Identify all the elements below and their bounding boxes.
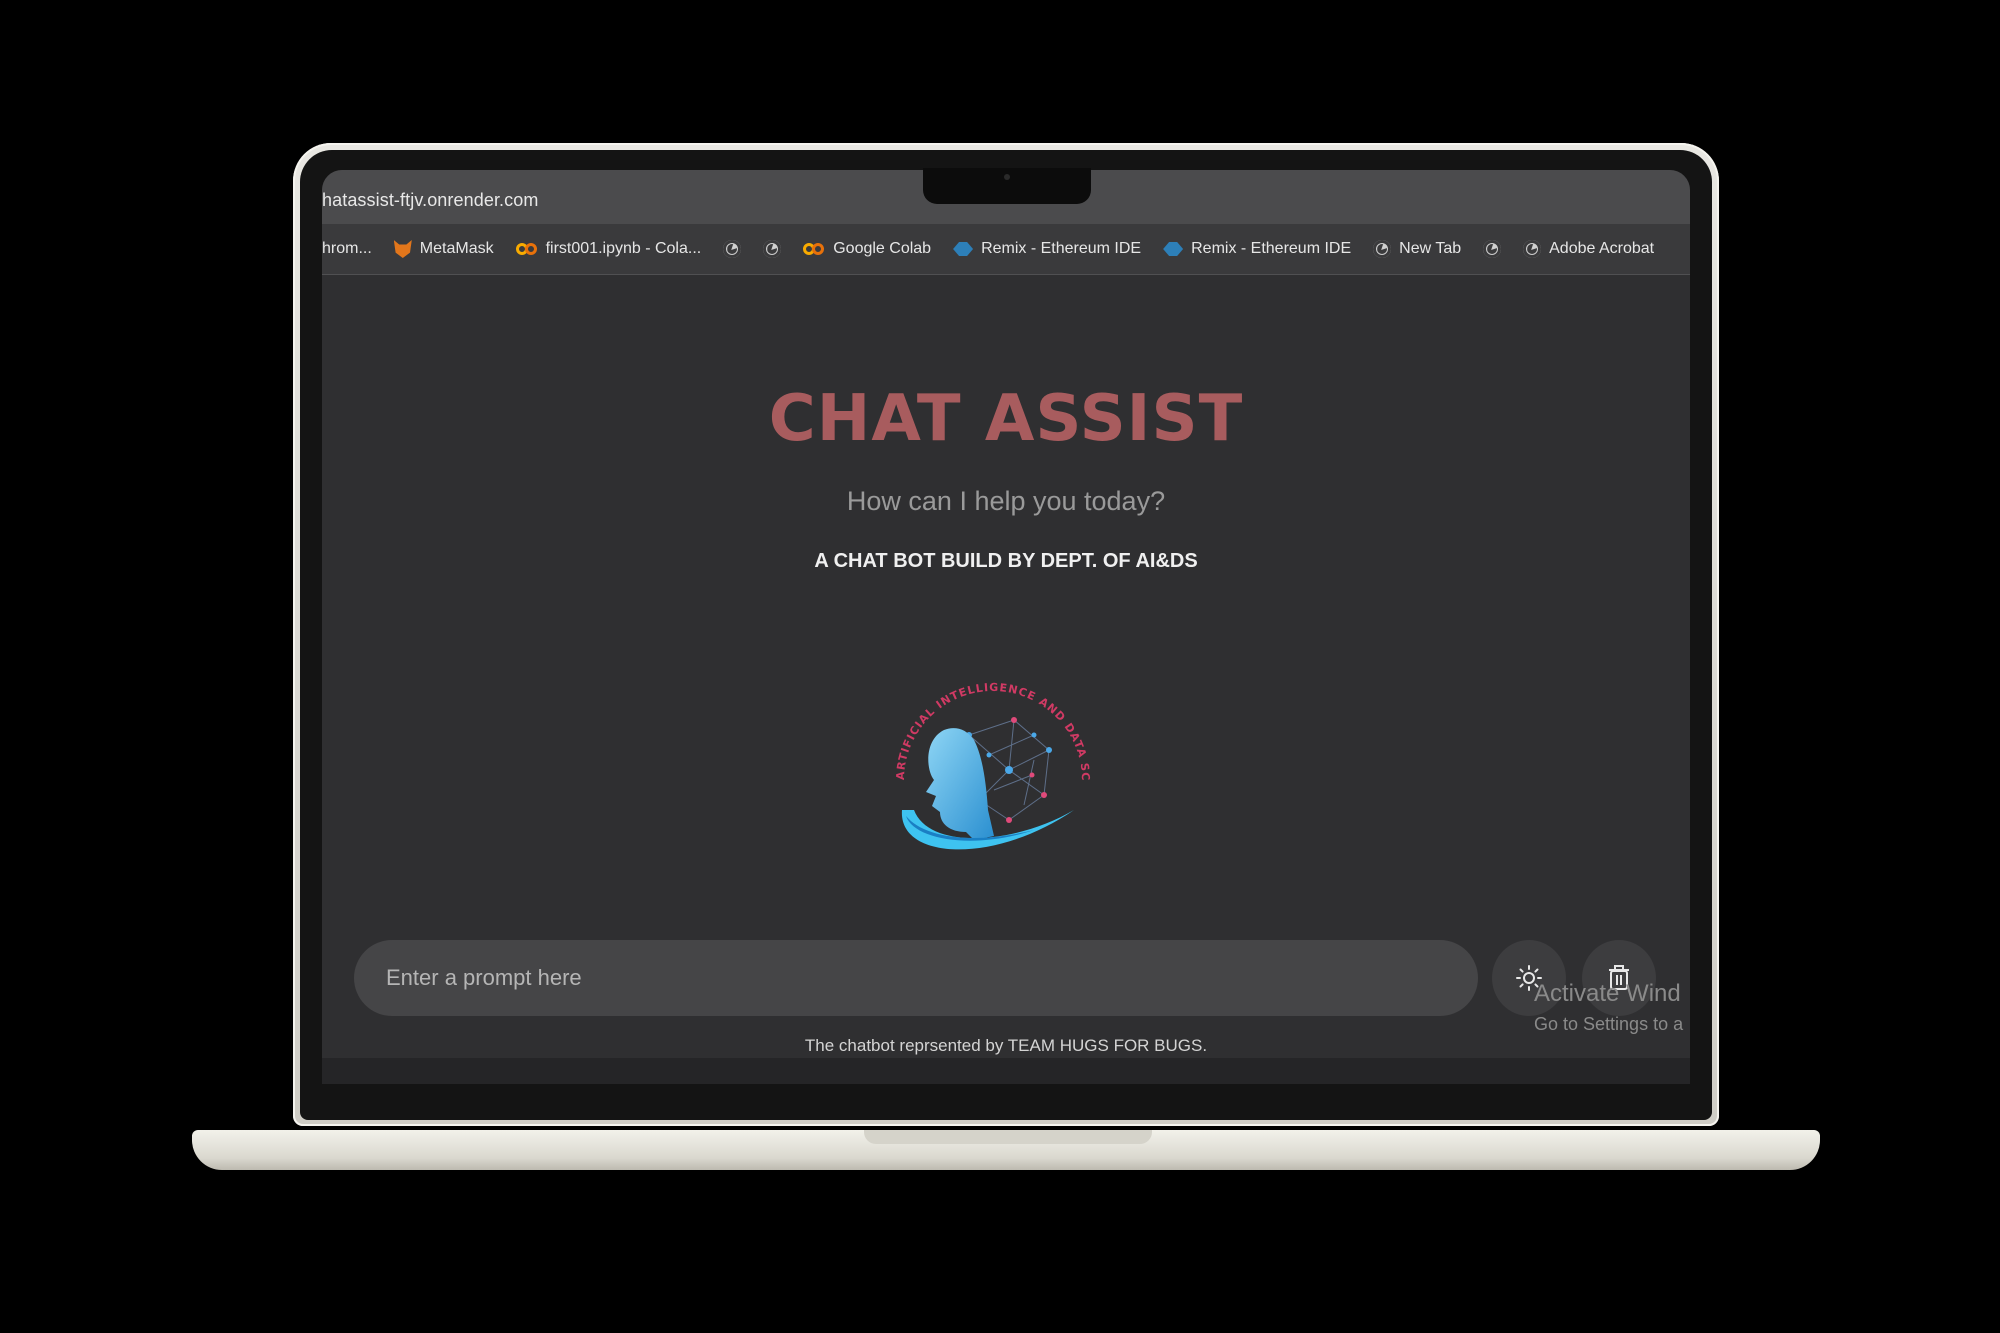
bookmark-metamask[interactable]: MetaMask xyxy=(393,240,494,258)
remix-icon xyxy=(1163,242,1184,256)
bookmark-label: Google Colab xyxy=(833,240,932,257)
bookmark-label: first001.ipynb - Cola... xyxy=(545,240,702,257)
bookmark-label: MetaMask xyxy=(419,240,494,257)
bookmark-label: Adobe Acrobat xyxy=(1549,240,1655,257)
bookmark-google-colab[interactable]: Google Colab xyxy=(803,240,931,258)
globe-icon xyxy=(1483,240,1502,258)
bookmark-adobe-acrobat[interactable]: Adobe Acrobat xyxy=(1523,240,1654,258)
bookmark-remix-1[interactable]: Remix - Ethereum IDE xyxy=(953,240,1141,258)
activate-windows-title: Activate Wind xyxy=(1534,980,1681,1007)
camera-icon xyxy=(1004,174,1010,180)
globe-icon xyxy=(723,240,742,258)
bookmark-label: Remix - Ethereum IDE xyxy=(1191,240,1352,257)
aids-department-logo: ARTIFICIAL INTELLIGENCE AND DATA SCIENCE xyxy=(884,660,1092,850)
screen-bottom-bezel xyxy=(322,1058,1690,1084)
laptop-base-notch xyxy=(864,1130,1152,1144)
activate-windows-subtitle: Go to Settings to a xyxy=(1534,1014,1684,1034)
bookmark-colab-notebook[interactable]: first001.ipynb - Cola... xyxy=(515,240,702,258)
globe-icon xyxy=(763,240,782,258)
page-title: CHAT ASSIST xyxy=(768,382,1244,456)
prompt-input[interactable] xyxy=(354,940,1478,1016)
colab-icon xyxy=(803,243,825,255)
globe-icon xyxy=(1373,240,1392,258)
bookmark-globe-1[interactable] xyxy=(723,240,742,258)
bookmark-globe-3[interactable] xyxy=(1483,240,1502,258)
bookmark-globe-2[interactable] xyxy=(763,240,782,258)
stage: hatassist-ftjv.onrender.com hrom... Meta… xyxy=(0,0,2000,1333)
logo-arc-text: ARTIFICIAL INTELLIGENCE AND DATA SCIENCE xyxy=(884,660,1091,782)
colab-icon xyxy=(515,243,538,255)
url-text[interactable]: hatassist-ftjv.onrender.com xyxy=(322,190,538,211)
footer-credit: The chatbot reprsented by TEAM HUGS FOR … xyxy=(804,1036,1208,1055)
bookmark-label: New Tab xyxy=(1399,240,1462,257)
bookmarks-bar: hrom... MetaMask first001.ipynb - Cola..… xyxy=(322,224,1690,275)
bookmark-truncated[interactable]: hrom... xyxy=(322,240,372,258)
bookmark-label: Remix - Ethereum IDE xyxy=(981,240,1142,257)
bookmark-label: hrom... xyxy=(322,240,372,257)
bookmark-remix-2[interactable]: Remix - Ethereum IDE xyxy=(1163,240,1351,258)
svg-text:ARTIFICIAL INTELLIGENCE AND DA: ARTIFICIAL INTELLIGENCE AND DATA SCIENCE xyxy=(884,660,1092,782)
page-subtitle: How can I help you today? xyxy=(846,486,1166,516)
globe-icon xyxy=(1523,240,1542,258)
camera-notch xyxy=(923,168,1091,204)
bookmark-new-tab[interactable]: New Tab xyxy=(1373,240,1461,258)
remix-icon xyxy=(953,242,974,256)
laptop-screen: hatassist-ftjv.onrender.com hrom... Meta… xyxy=(322,170,1690,1084)
page-tagline: A CHAT BOT BUILD BY DEPT. OF AI&DS xyxy=(814,550,1198,572)
metamask-fox-icon xyxy=(393,240,412,258)
